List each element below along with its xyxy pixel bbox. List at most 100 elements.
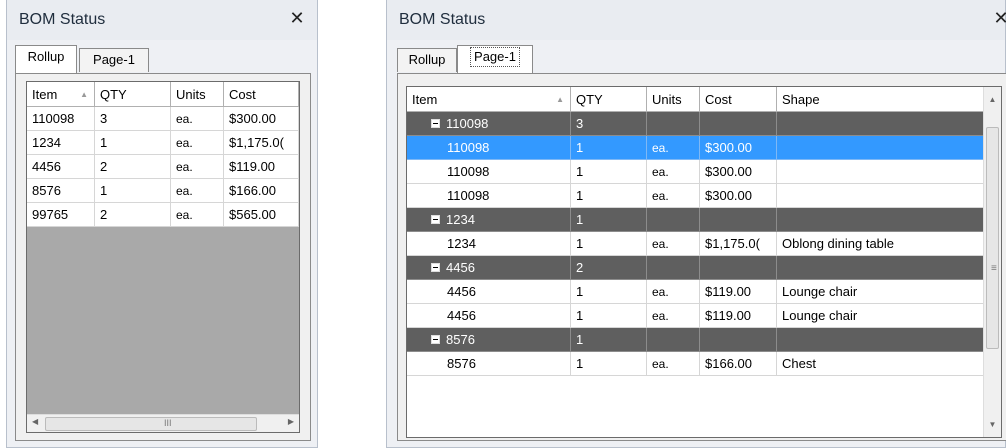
- cell-cost: $166.00: [700, 352, 777, 376]
- cell-qty: 1: [571, 352, 647, 376]
- cell-item: 4456: [27, 155, 95, 179]
- scroll-right-icon[interactable]: ▶: [288, 417, 294, 426]
- cell-units: ea.: [647, 160, 700, 184]
- column-header-item[interactable]: Item ▲: [27, 82, 95, 107]
- scroll-down-icon[interactable]: ▼: [984, 420, 1001, 429]
- column-header-qty[interactable]: QTY: [571, 87, 647, 112]
- close-icon[interactable]: ✕: [991, 8, 1006, 28]
- bom-status-panel-right: BOM Status ✕ Rollup Page-1 Item ▲ QTY Uni…: [386, 0, 1006, 448]
- tab-rollup[interactable]: Rollup: [15, 45, 77, 73]
- cell-cost: $119.00: [700, 280, 777, 304]
- cell-cost: $300.00: [700, 160, 777, 184]
- column-header-units[interactable]: Units: [647, 87, 700, 112]
- tab-strip: Rollup Page-1: [387, 45, 1005, 75]
- cell-units: ea.: [171, 203, 224, 227]
- cell-cost: [700, 208, 777, 232]
- cell-qty: 1: [571, 328, 647, 352]
- page-1-grid: Item ▲ QTY Units Cost Shape 110098 3 110…: [406, 86, 1002, 438]
- collapse-icon[interactable]: [431, 335, 440, 344]
- column-header-units[interactable]: Units: [171, 82, 224, 107]
- cell-shape: Chest: [777, 352, 984, 376]
- sort-ascending-icon: ▲: [80, 90, 88, 99]
- cell-shape: Lounge chair: [777, 280, 984, 304]
- cell-units: ea.: [647, 232, 700, 256]
- cell-units: ea.: [171, 107, 224, 131]
- collapse-icon[interactable]: [431, 263, 440, 272]
- cell-qty: 2: [95, 155, 171, 179]
- scroll-thumb[interactable]: III: [45, 417, 257, 431]
- rollup-grid: Item ▲ QTY Units Cost 110098 3 ea. $300.0…: [26, 81, 300, 433]
- tab-page-1[interactable]: Page-1: [79, 48, 149, 72]
- panel-title: BOM Status: [399, 11, 486, 28]
- cell-qty: 1: [571, 184, 647, 208]
- scroll-grip: ≡: [991, 263, 997, 274]
- scroll-left-icon[interactable]: ◀: [32, 417, 38, 426]
- cell-cost: $565.00: [224, 203, 299, 227]
- cell-qty: 1: [571, 160, 647, 184]
- tab-page-1[interactable]: Page-1: [457, 45, 533, 73]
- cell-qty: 1: [571, 280, 647, 304]
- panel-title: BOM Status: [19, 11, 106, 28]
- cell-units: [647, 256, 700, 280]
- cell-units: ea.: [171, 155, 224, 179]
- cell-units: ea.: [171, 179, 224, 203]
- collapse-icon[interactable]: [431, 119, 440, 128]
- cell-shape: [777, 160, 984, 184]
- scroll-up-icon[interactable]: ▲: [984, 95, 1001, 104]
- tab-strip: Rollup Page-1: [7, 45, 317, 75]
- cell-item: 110098: [27, 107, 95, 131]
- cell-shape: [777, 184, 984, 208]
- cell-qty: 1: [571, 136, 647, 160]
- cell-item: 1234: [407, 232, 571, 256]
- cell-item: 4456: [407, 304, 571, 328]
- cell-shape: [777, 328, 984, 352]
- cell-qty: 1: [95, 131, 171, 155]
- sort-ascending-icon: ▲: [556, 95, 564, 104]
- cell-shape: [777, 112, 984, 136]
- collapse-icon[interactable]: [431, 215, 440, 224]
- cell-shape: Lounge chair: [777, 304, 984, 328]
- column-header-qty[interactable]: QTY: [95, 82, 171, 107]
- vertical-scrollbar[interactable]: ▲ ≡ ▼: [983, 87, 1001, 437]
- cell-units: [647, 208, 700, 232]
- scroll-thumb[interactable]: ≡: [986, 127, 999, 349]
- cell-cost: $1,175.0(: [700, 232, 777, 256]
- cell-cost: $1,175.0(: [224, 131, 299, 155]
- cell-item: 4456: [407, 256, 571, 280]
- panel-titlebar: BOM Status ✕: [387, 0, 1006, 40]
- cell-shape: [777, 208, 984, 232]
- cell-cost: [700, 112, 777, 136]
- cell-units: ea.: [171, 131, 224, 155]
- column-header-item[interactable]: Item ▲: [407, 87, 571, 112]
- tab-content: Item ▲ QTY Units Cost 110098 3 ea. $300.0…: [15, 73, 311, 441]
- cell-qty: 2: [95, 203, 171, 227]
- cell-item: 110098: [407, 160, 571, 184]
- cell-cost: $300.00: [700, 184, 777, 208]
- cell-qty: 2: [571, 256, 647, 280]
- tab-content: Item ▲ QTY Units Cost Shape 110098 3 110…: [397, 73, 1006, 441]
- cell-item: 1234: [407, 208, 571, 232]
- cell-units: ea.: [647, 352, 700, 376]
- horizontal-scrollbar[interactable]: ◀ III ▶: [27, 414, 299, 432]
- cell-item: 8576: [407, 352, 571, 376]
- cell-cost: [700, 328, 777, 352]
- cell-qty: 1: [95, 179, 171, 203]
- column-header-cost[interactable]: Cost: [700, 87, 777, 112]
- cell-qty: 3: [571, 112, 647, 136]
- cell-item: 110098: [407, 184, 571, 208]
- column-header-cost[interactable]: Cost: [224, 82, 299, 107]
- cell-item: 4456: [407, 280, 571, 304]
- tab-label: Page-1: [470, 47, 520, 67]
- close-icon[interactable]: ✕: [287, 8, 307, 28]
- cell-units: ea.: [647, 184, 700, 208]
- column-header-shape[interactable]: Shape: [777, 87, 984, 112]
- tab-label: Page-1: [93, 52, 135, 67]
- cell-item: 99765: [27, 203, 95, 227]
- cell-qty: 1: [571, 304, 647, 328]
- cell-shape: Oblong dining table: [777, 232, 984, 256]
- tab-rollup[interactable]: Rollup: [397, 48, 457, 72]
- cell-qty: 3: [95, 107, 171, 131]
- cell-units: ea.: [647, 304, 700, 328]
- cell-shape: [777, 256, 984, 280]
- cell-cost: $119.00: [700, 304, 777, 328]
